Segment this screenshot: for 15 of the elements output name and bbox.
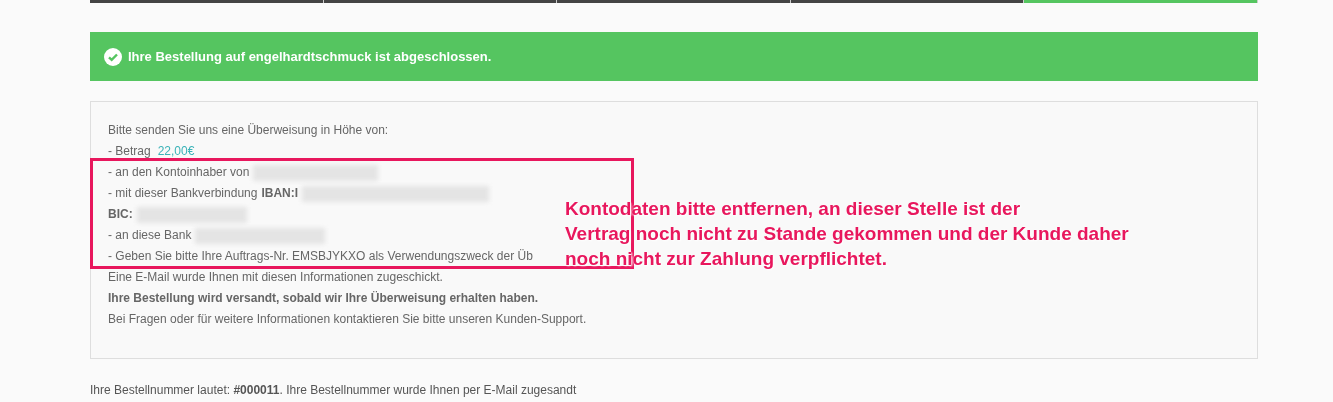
payment-label: Ihre Bestellung wird versandt, sobald wir Ihre Überweisung erhalten haben. — [108, 290, 539, 307]
payment-text: - mit dieser Bankverbindung — [108, 185, 258, 202]
payment-label: BIC: — [108, 206, 133, 223]
check-circle-icon — [104, 47, 122, 66]
payment-text: - Geben Sie bitte Ihre Auftrags-Nr. EMSBJYKXO als Verwendungszweck der Üb — [108, 248, 533, 265]
payment-text: Bei Fragen oder für weitere Informationen kontaktieren Sie bitte unseren Kunden-Support. — [108, 311, 587, 328]
alert-message: Ihre Bestellung auf engelhardtschmuck ist abgeschlossen. — [128, 47, 492, 66]
payment-text: - Betrag — [108, 143, 151, 160]
payment-text: Eine E-Mail wurde Ihnen mit diesen Informationen zugeschickt. — [108, 269, 443, 286]
payment-text: - an diese Bank — [108, 227, 192, 244]
amount-text: 22,00€ — [157, 143, 195, 160]
payment-label: IBAN:I — [261, 185, 299, 202]
payment-text: Bitte senden Sie uns eine Überweisung in Höhe von: — [108, 122, 389, 139]
payment-text: - an den Kontoinhaber von — [108, 164, 250, 181]
order-number-text: Ihre Bestellnummer lautet: #000011. Ihre Bestellnummer wurde Ihnen per E-Mail zugesandt — [90, 383, 577, 397]
